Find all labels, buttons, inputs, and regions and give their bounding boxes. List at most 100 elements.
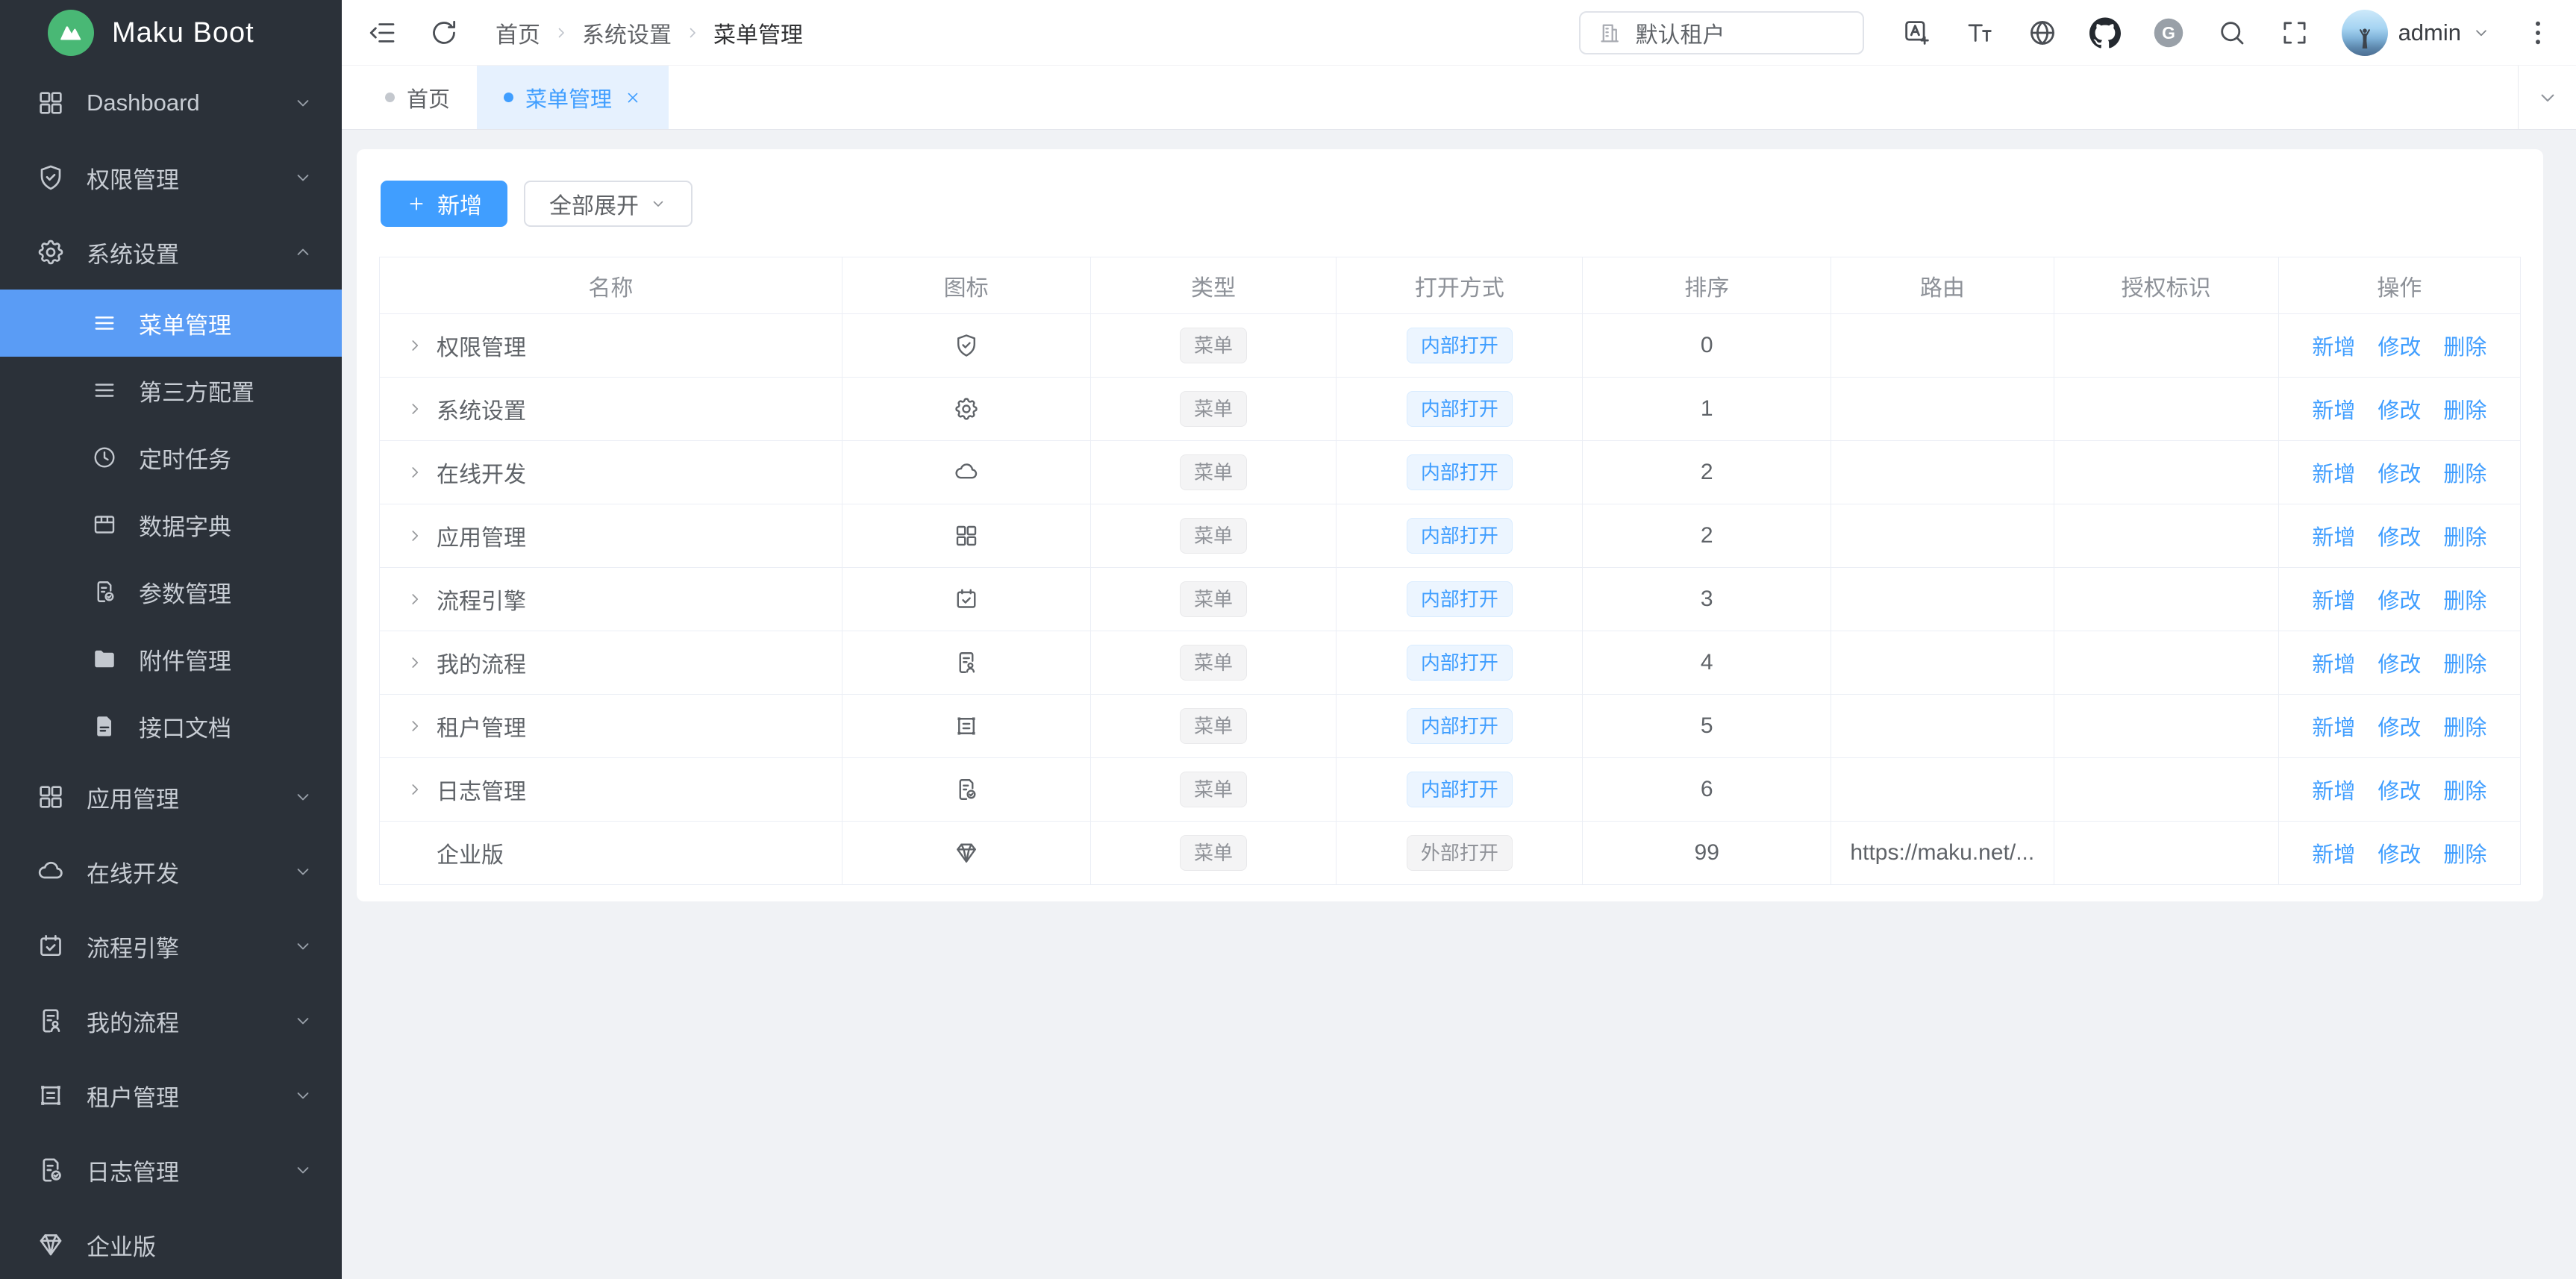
breadcrumb-item-0[interactable]: 首页 [495,16,540,49]
chevron-right-icon[interactable] [405,463,425,482]
grid-icon [953,522,980,549]
sidebar-item-7[interactable]: 租户管理 [0,1058,342,1133]
row-edit-link[interactable]: 修改 [2378,590,2421,613]
cell-icon-holder [842,695,1090,758]
menu-name: 我的流程 [437,646,526,679]
open-mode-badge: 内部打开 [1407,645,1513,681]
row-edit-link[interactable]: 修改 [2378,336,2421,360]
row-edit-link[interactable]: 修改 [2378,399,2421,423]
sidebar-item-6[interactable]: 我的流程 [0,984,342,1058]
tab-0[interactable]: 首页 [358,66,477,129]
row-add-link[interactable]: 新增 [2312,716,2355,740]
open-mode-badge: 内部打开 [1407,772,1513,807]
sidebar-item-label: Dashboard [87,90,293,116]
row-delete-link[interactable]: 删除 [2443,336,2486,360]
sidebar-item-9[interactable]: 企业版 [0,1207,342,1279]
user-menu[interactable]: admin [2342,10,2491,56]
fullscreen-icon[interactable] [2279,17,2310,49]
font-size-icon[interactable] [1964,17,1995,49]
logo: Maku Boot [0,0,342,66]
row-add-link[interactable]: 新增 [2312,780,2355,804]
open-mode-badge: 内部打开 [1407,391,1513,427]
sidebar-subitem-2-0[interactable]: 菜单管理 [0,290,342,357]
row-add-link[interactable]: 新增 [2312,526,2355,550]
tab-1[interactable]: 菜单管理 [477,66,669,129]
cell-name: 企业版 [380,822,842,885]
row-edit-link[interactable]: 修改 [2378,780,2421,804]
table-row: 流程引擎菜单内部打开3新增修改删除 [380,568,2521,631]
row-add-link[interactable]: 新增 [2312,336,2355,360]
sidebar-item-1[interactable]: 权限管理 [0,140,342,215]
cell-route [1831,631,2054,695]
chevron-right-icon[interactable] [405,336,425,355]
sidebar-item-2[interactable]: 系统设置 [0,215,342,290]
globe-icon[interactable] [2027,17,2058,49]
cell-actions: 新增修改删除 [2278,568,2520,631]
chevron-right-icon[interactable] [405,780,425,799]
cell-icon-holder [842,314,1090,378]
add-button[interactable]: 新增 [381,181,507,227]
row-add-link[interactable]: 新增 [2312,399,2355,423]
row-delete-link[interactable]: 删除 [2443,780,2486,804]
sidebar-fold-icon[interactable] [367,17,398,49]
refresh-icon[interactable] [428,17,460,49]
close-icon[interactable] [624,89,642,107]
cell-actions: 新增修改删除 [2278,822,2520,885]
row-add-link[interactable]: 新增 [2312,843,2355,867]
tabs-dropdown-button[interactable] [2518,66,2576,129]
row-add-link[interactable]: 新增 [2312,590,2355,613]
search-icon[interactable] [2216,17,2248,49]
chevron-up-icon [293,242,313,263]
tabs: 首页菜单管理 [342,66,2518,129]
row-delete-link[interactable]: 删除 [2443,653,2486,677]
sidebar-item-5[interactable]: 流程引擎 [0,909,342,984]
sidebar-subitem-2-5[interactable]: 附件管理 [0,625,342,692]
row-edit-link[interactable]: 修改 [2378,653,2421,677]
sidebar-subitem-2-4[interactable]: 参数管理 [0,558,342,625]
cell-actions: 新增修改删除 [2278,378,2520,441]
row-edit-link[interactable]: 修改 [2378,716,2421,740]
github-icon[interactable] [2089,17,2121,49]
row-delete-link[interactable]: 删除 [2443,843,2486,867]
cell-sort: 99 [1583,822,1831,885]
chevron-right-icon[interactable] [405,399,425,419]
chevron-right-icon[interactable] [405,653,425,672]
more-menu-icon[interactable] [2522,17,2554,49]
row-add-link[interactable]: 新增 [2312,653,2355,677]
sidebar-item-label: 我的流程 [87,1004,293,1038]
sidebar-subitem-2-6[interactable]: 接口文档 [0,692,342,760]
breadcrumb-item-2[interactable]: 菜单管理 [713,16,803,49]
sidebar-item-0[interactable]: Dashboard [0,66,342,140]
chevron-right-icon[interactable] [405,716,425,736]
row-edit-link[interactable]: 修改 [2378,843,2421,867]
sidebar-subitem-2-3[interactable]: 数据字典 [0,491,342,558]
open-mode-badge: 外部打开 [1407,835,1513,871]
sidebar-item-8[interactable]: 日志管理 [0,1133,342,1207]
row-add-link[interactable]: 新增 [2312,463,2355,487]
row-edit-link[interactable]: 修改 [2378,463,2421,487]
expand-all-button[interactable]: 全部展开 [524,181,693,227]
row-delete-link[interactable]: 删除 [2443,590,2486,613]
tenant-select[interactable]: 默认租户 [1579,11,1864,54]
sidebar-item-4[interactable]: 在线开发 [0,834,342,909]
cell-type: 菜单 [1090,314,1337,378]
cell-auth [2054,378,2278,441]
chevron-right-icon[interactable] [405,590,425,609]
sidebar-subitem-2-1[interactable]: 第三方配置 [0,357,342,424]
row-delete-link[interactable]: 删除 [2443,716,2486,740]
column-header-6: 授权标识 [2054,257,2278,314]
row-delete-link[interactable]: 删除 [2443,399,2486,423]
type-badge: 菜单 [1180,581,1247,617]
gitee-icon[interactable]: G [2152,16,2185,49]
cell-actions: 新增修改删除 [2278,441,2520,504]
row-delete-link[interactable]: 删除 [2443,526,2486,550]
sidebar-item-3[interactable]: 应用管理 [0,760,342,834]
row-delete-link[interactable]: 删除 [2443,463,2486,487]
avatar[interactable] [2342,10,2388,56]
row-edit-link[interactable]: 修改 [2378,526,2421,550]
gear-icon [953,395,980,422]
sidebar-subitem-2-2[interactable]: 定时任务 [0,424,342,491]
breadcrumb-item-1[interactable]: 系统设置 [582,16,672,49]
chevron-right-icon[interactable] [405,526,425,545]
translate-icon[interactable] [1901,17,1933,49]
